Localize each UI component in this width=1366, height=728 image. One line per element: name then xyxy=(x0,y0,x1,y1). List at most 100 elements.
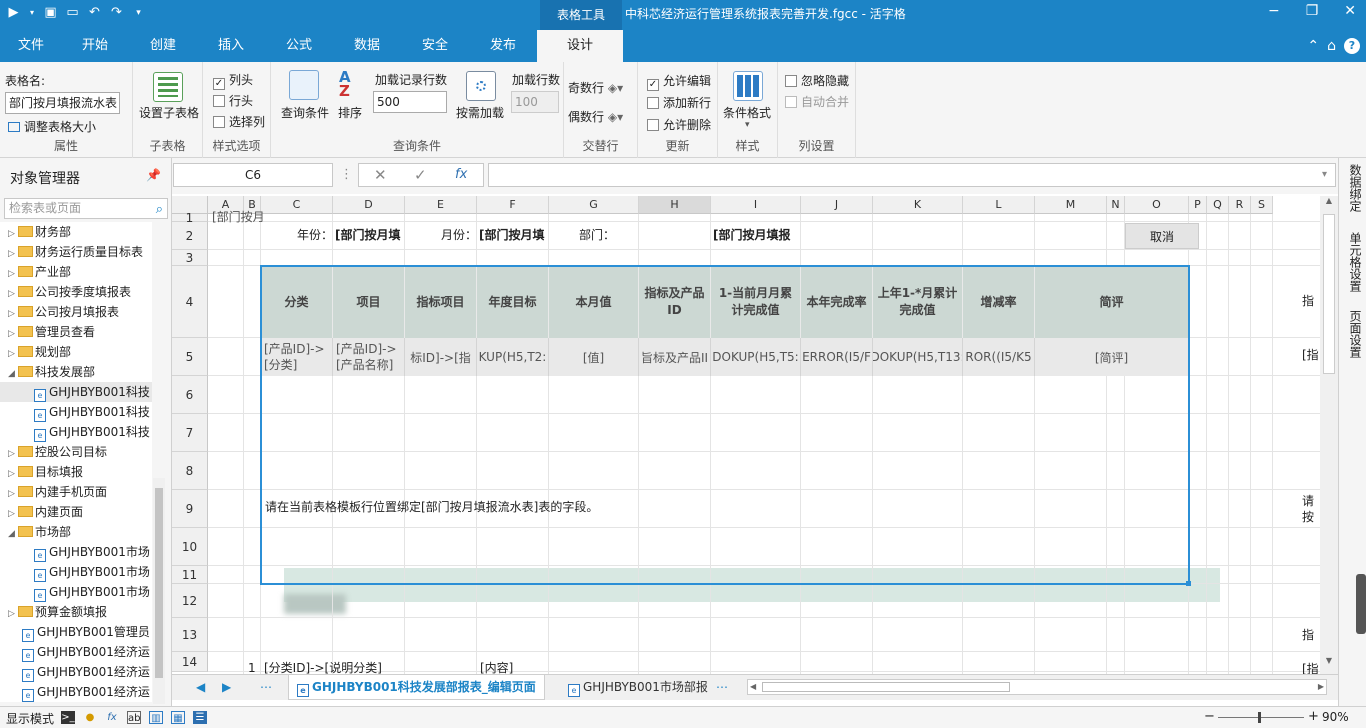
tree-page-item[interactable]: e GHJHBYB001管理员 xyxy=(0,622,152,642)
chevron-right-icon[interactable]: ▷ xyxy=(8,244,18,264)
column-header[interactable]: L xyxy=(963,196,1035,214)
tree-folder-item[interactable]: ▷ 公司按季度填报表 xyxy=(0,282,152,302)
even-row-button[interactable]: 偶数行 ◈▾ xyxy=(568,108,623,125)
tree-page-item[interactable]: e GHJHBYB001经济运 xyxy=(0,682,152,702)
sheet-tab-active[interactable]: e GHJHBYB001科技发展部报表_编辑页面 xyxy=(288,675,545,700)
page-settings-tab[interactable]: 页面设置 xyxy=(1345,310,1362,358)
prev-sheet-icon[interactable]: ◀ xyxy=(196,675,205,700)
data-binding-tab[interactable]: 数据绑定 xyxy=(1345,164,1362,212)
conditional-format-button[interactable]: 条件格式 xyxy=(723,104,771,121)
tree-folder-item[interactable]: ▷ 内建页面 xyxy=(0,502,152,522)
tree-page-item[interactable]: e GHJHBYB001科技 xyxy=(0,382,152,402)
tree-page-item[interactable]: e GHJHBYB001市场 xyxy=(0,542,152,562)
save-icon[interactable]: ▣ xyxy=(43,5,58,21)
chevron-right-icon[interactable]: ▷ xyxy=(8,604,18,624)
odd-row-button[interactable]: 奇数行 ◈▾ xyxy=(568,79,623,96)
tab-formula[interactable]: 公式 xyxy=(280,30,318,62)
chevron-right-icon[interactable]: ▷ xyxy=(8,304,18,324)
ignore-hidden-checkbox[interactable]: 忽略隐藏 xyxy=(785,72,849,89)
cell-f13[interactable]: [内容] xyxy=(480,661,513,674)
allow-delete-checkbox[interactable]: 允许删除 xyxy=(647,116,711,133)
column-header[interactable]: Q xyxy=(1207,196,1229,214)
chevron-right-icon[interactable]: ▷ xyxy=(8,504,18,524)
zoom-in-icon[interactable]: + xyxy=(1308,709,1319,724)
zoom-slider-thumb[interactable] xyxy=(1258,712,1261,723)
tab-data[interactable]: 数据 xyxy=(348,30,386,62)
chevron-down-icon[interactable]: ◢ xyxy=(8,364,18,384)
row-header[interactable]: 9 xyxy=(172,490,208,528)
row-header[interactable]: 8 xyxy=(172,452,208,490)
list-icon[interactable]: ☰ xyxy=(193,711,207,724)
scroll-right-icon[interactable]: ▶ xyxy=(1318,680,1324,694)
cell-a13[interactable]: 1 xyxy=(248,661,256,674)
chevron-right-icon[interactable]: ▷ xyxy=(8,464,18,484)
redo-icon[interactable]: ↷ xyxy=(109,5,124,21)
tab-insert[interactable]: 插入 xyxy=(212,30,250,62)
run-icon[interactable]: ▶ xyxy=(6,5,21,21)
row-header[interactable]: 14 xyxy=(172,652,208,672)
tree-page-item[interactable]: e GHJHBYB001科技 xyxy=(0,422,152,442)
text-box-icon[interactable]: ab xyxy=(127,711,141,724)
search-icon[interactable]: ⌕ xyxy=(156,200,163,219)
cancel-button[interactable]: 取消 xyxy=(1125,223,1199,249)
column-header[interactable]: P xyxy=(1189,196,1207,214)
chevron-right-icon[interactable]: ▷ xyxy=(8,444,18,464)
horizontal-scrollbar[interactable]: ◀ ▶ xyxy=(747,679,1327,695)
cancel-edit-icon[interactable]: ✕ xyxy=(374,163,387,187)
tree-page-item[interactable]: e GHJHBYB001经济运 xyxy=(0,662,152,682)
selection-handle[interactable] xyxy=(1186,581,1191,586)
tree-folder-item[interactable]: ▷ 管理员查看 xyxy=(0,322,152,342)
open-folder-icon[interactable]: ▭ xyxy=(65,5,80,21)
tree-folder-item[interactable]: ▷ 财务运行质量目标表 xyxy=(0,242,152,262)
chevron-right-icon[interactable]: ▷ xyxy=(8,484,18,504)
help-icon[interactable]: ? xyxy=(1344,38,1360,54)
chevron-down-icon[interactable]: ◢ xyxy=(8,524,18,544)
column-header[interactable]: K xyxy=(873,196,963,214)
scrollbar-thumb[interactable] xyxy=(1323,214,1335,374)
load-rows-input[interactable]: 500 xyxy=(373,91,447,113)
terminal-icon[interactable]: >_ xyxy=(61,711,75,724)
row-header[interactable]: 11 xyxy=(172,566,208,584)
sheet-vertical-scrollbar[interactable]: ▲ ▼ xyxy=(1320,196,1338,674)
tree-folder-item[interactable]: ◢ 科技发展部 xyxy=(0,362,152,382)
tree-page-item[interactable]: e GHJHBYB001经济运 xyxy=(0,642,152,662)
chart-icon[interactable]: ▥ xyxy=(149,711,163,724)
cell-c13[interactable]: [分类ID]->[说明分类] xyxy=(264,661,382,674)
set-subtable-button[interactable]: 设置子表格 xyxy=(139,104,199,121)
query-condition-button[interactable]: 查询条件 xyxy=(281,104,329,121)
tab-design[interactable]: 设计 xyxy=(537,30,623,62)
undo-icon[interactable]: ↶ xyxy=(87,5,102,21)
chevron-right-icon[interactable]: ▷ xyxy=(8,324,18,344)
sheet-tab-overflow[interactable]: ⋯ xyxy=(716,675,728,700)
scrollbar-thumb[interactable] xyxy=(762,682,1010,692)
chevron-down-icon[interactable]: ▾ xyxy=(28,5,36,21)
table-icon[interactable]: ▦ xyxy=(171,711,185,724)
home-icon[interactable]: ⌂ xyxy=(1327,38,1336,54)
tree-page-item[interactable]: e GHJHBYB001科技 xyxy=(0,402,152,422)
column-header[interactable]: N xyxy=(1107,196,1125,214)
tree-folder-item[interactable]: ▷ 公司按月填报表 xyxy=(0,302,152,322)
tree-folder-item[interactable]: ▷ 财务部 xyxy=(0,222,152,242)
column-header[interactable]: D xyxy=(333,196,405,214)
sheet-tab-other[interactable]: e GHJHBYB001市场部报 xyxy=(568,675,708,700)
spreadsheet-grid[interactable]: ▲ ▼ A B C D E F G H I J K L M N O P Q R S 1 2 3 4 5 6 7 8 9 10 11 12 13… xyxy=(172,196,1338,674)
more-options-icon[interactable]: ⋮ xyxy=(340,163,353,187)
selection-range[interactable] xyxy=(260,265,1190,585)
zoom-slider[interactable] xyxy=(1218,717,1304,718)
column-header[interactable]: H xyxy=(639,196,711,214)
close-icon[interactable]: ✕ xyxy=(1344,3,1356,19)
next-sheet-icon[interactable]: ▶ xyxy=(222,675,231,700)
row-header[interactable]: 1 xyxy=(172,212,208,224)
tree-page-item[interactable]: e GHJHBYB001市场 xyxy=(0,582,152,602)
tab-publish[interactable]: 发布 xyxy=(484,30,522,62)
chevron-right-icon[interactable]: ▷ xyxy=(8,264,18,284)
sort-button[interactable]: 排序 xyxy=(338,104,362,121)
chevron-right-icon[interactable]: ▷ xyxy=(8,284,18,304)
column-header[interactable]: C xyxy=(261,196,333,214)
row-header[interactable]: 13 xyxy=(172,618,208,652)
column-header[interactable]: S xyxy=(1251,196,1273,214)
allow-edit-checkbox[interactable]: ✓ 允许编辑 xyxy=(647,72,711,91)
month-value[interactable]: [部门按月填 xyxy=(479,228,545,243)
column-header[interactable]: R xyxy=(1229,196,1251,214)
tree-folder-item[interactable]: ◢ 市场部 xyxy=(0,522,152,542)
